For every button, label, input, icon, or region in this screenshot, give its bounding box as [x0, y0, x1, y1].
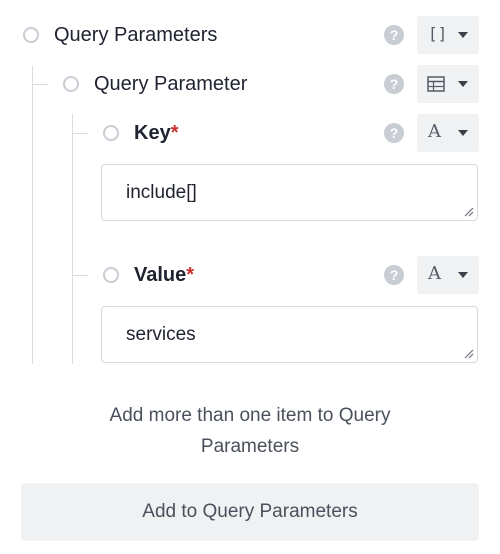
query-parameter-radio[interactable] [63, 76, 79, 92]
query-parameter-type-dropdown[interactable] [417, 65, 479, 103]
tree-line-level-1 [32, 66, 33, 364]
value-input-value: services [126, 324, 196, 345]
key-input[interactable]: include[] [101, 164, 478, 221]
query-parameters-label: Query Parameters [54, 24, 218, 46]
tree-branch-level-1 [32, 84, 48, 85]
chevron-down-icon [458, 81, 468, 87]
text-type-icon: A [428, 121, 441, 142]
add-items-hint: Add more than one item to Query Paramete… [109, 405, 391, 457]
key-radio[interactable] [103, 125, 119, 141]
query-parameters-radio[interactable] [23, 27, 39, 43]
chevron-down-icon [458, 32, 468, 38]
query-parameters-type-dropdown[interactable]: [] [417, 16, 479, 54]
help-icon[interactable]: ? [384, 74, 404, 94]
value-label: Value* [134, 263, 194, 287]
array-brackets-icon: [] [428, 24, 448, 43]
tree-line-level-2 [72, 114, 73, 364]
table-icon [427, 76, 445, 92]
key-label-text: Key [134, 122, 171, 144]
query-parameter-label: Query Parameter [94, 73, 248, 95]
required-marker: * [170, 122, 179, 144]
resize-grip-icon[interactable] [464, 207, 474, 217]
text-type-icon: A [428, 263, 441, 284]
query-parameters-editor: Query Parameters ? [] Query Parameter ? … [0, 0, 500, 554]
value-input[interactable]: services [101, 306, 478, 363]
key-label: Key* [134, 121, 179, 145]
key-input-value: include[] [126, 182, 197, 203]
resize-grip-icon[interactable] [464, 349, 474, 359]
tree-branch-value [72, 275, 88, 276]
help-icon[interactable]: ? [384, 123, 404, 143]
chevron-down-icon [458, 130, 468, 136]
value-radio[interactable] [103, 267, 119, 283]
help-icon[interactable]: ? [384, 25, 404, 45]
value-label-text: Value [134, 264, 187, 286]
required-marker: * [186, 264, 195, 286]
key-type-dropdown[interactable]: A [417, 114, 479, 152]
help-icon[interactable]: ? [384, 265, 404, 285]
chevron-down-icon [458, 272, 468, 278]
value-type-dropdown[interactable]: A [417, 256, 479, 294]
tree-branch-key [72, 133, 88, 134]
add-to-query-parameters-button[interactable]: Add to Query Parameters [21, 483, 479, 541]
